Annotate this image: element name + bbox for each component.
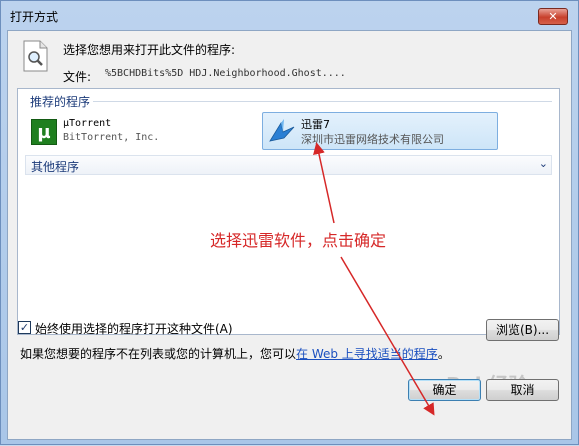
file-search-icon [23,40,48,72]
cancel-button[interactable]: 取消 [486,379,559,401]
chevron-down-icon[interactable]: ⌄ [539,157,548,170]
recommended-label: 推荐的程序 [30,95,91,109]
file-name: %5BCHDBits%5D HDJ.Neighborhood.Ghost.... [105,68,346,79]
title-bar[interactable]: 打开方式 ✕ [1,1,578,29]
program-list[interactable]: 推荐的程序 µ μTorrent BitTorrent, Inc. 迅雷7 深圳… [17,88,560,335]
program-publisher: BitTorrent, Inc. [63,132,160,143]
file-label: 文件: [63,70,92,84]
web-search-link[interactable]: 在 Web 上寻找适当的程序 [296,347,438,361]
ok-button[interactable]: 确定 [408,379,481,401]
annotation-text: 选择迅雷软件，点击确定 [210,231,387,250]
hint-suffix: 。 [437,347,450,361]
program-name: μTorrent [63,118,112,129]
window-title: 打开方式 [10,10,59,24]
hint-prefix: 如果您想要的程序不在列表或您的计算机上，您可以 [20,347,297,361]
other-programs-label: 其他程序 [31,160,80,174]
xunlei-bird-icon [269,119,295,142]
always-use-checkbox[interactable]: ✓ [18,321,31,334]
program-item-utorrent[interactable]: µ μTorrent BitTorrent, Inc. [31,117,251,147]
utorrent-icon: µ [31,119,57,145]
prompt-text: 选择您想用来打开此文件的程序: [63,43,236,57]
other-programs-header[interactable]: 其他程序 ⌄ [25,155,552,175]
always-use-label[interactable]: 始终使用选择的程序打开这种文件(A) [35,320,233,337]
recommended-group-header: 推荐的程序 [25,92,552,109]
program-item-xunlei[interactable]: 迅雷7 深圳市迅雷网络技术有限公司 [262,112,498,150]
close-button[interactable]: ✕ [538,8,568,25]
program-publisher: 深圳市迅雷网络技术有限公司 [301,133,444,146]
browse-button[interactable]: 浏览(B)... [486,319,559,341]
group-divider [93,101,552,102]
footer-hint: 如果您想要的程序不在列表或您的计算机上，您可以在 Web 上寻找适当的程序。 [20,345,450,362]
program-name: 迅雷7 [301,118,330,131]
open-with-dialog: 打开方式 ✕ 选择您想用来打开此文件的程序: 文件: %5BCHDBits%5D… [0,0,579,445]
